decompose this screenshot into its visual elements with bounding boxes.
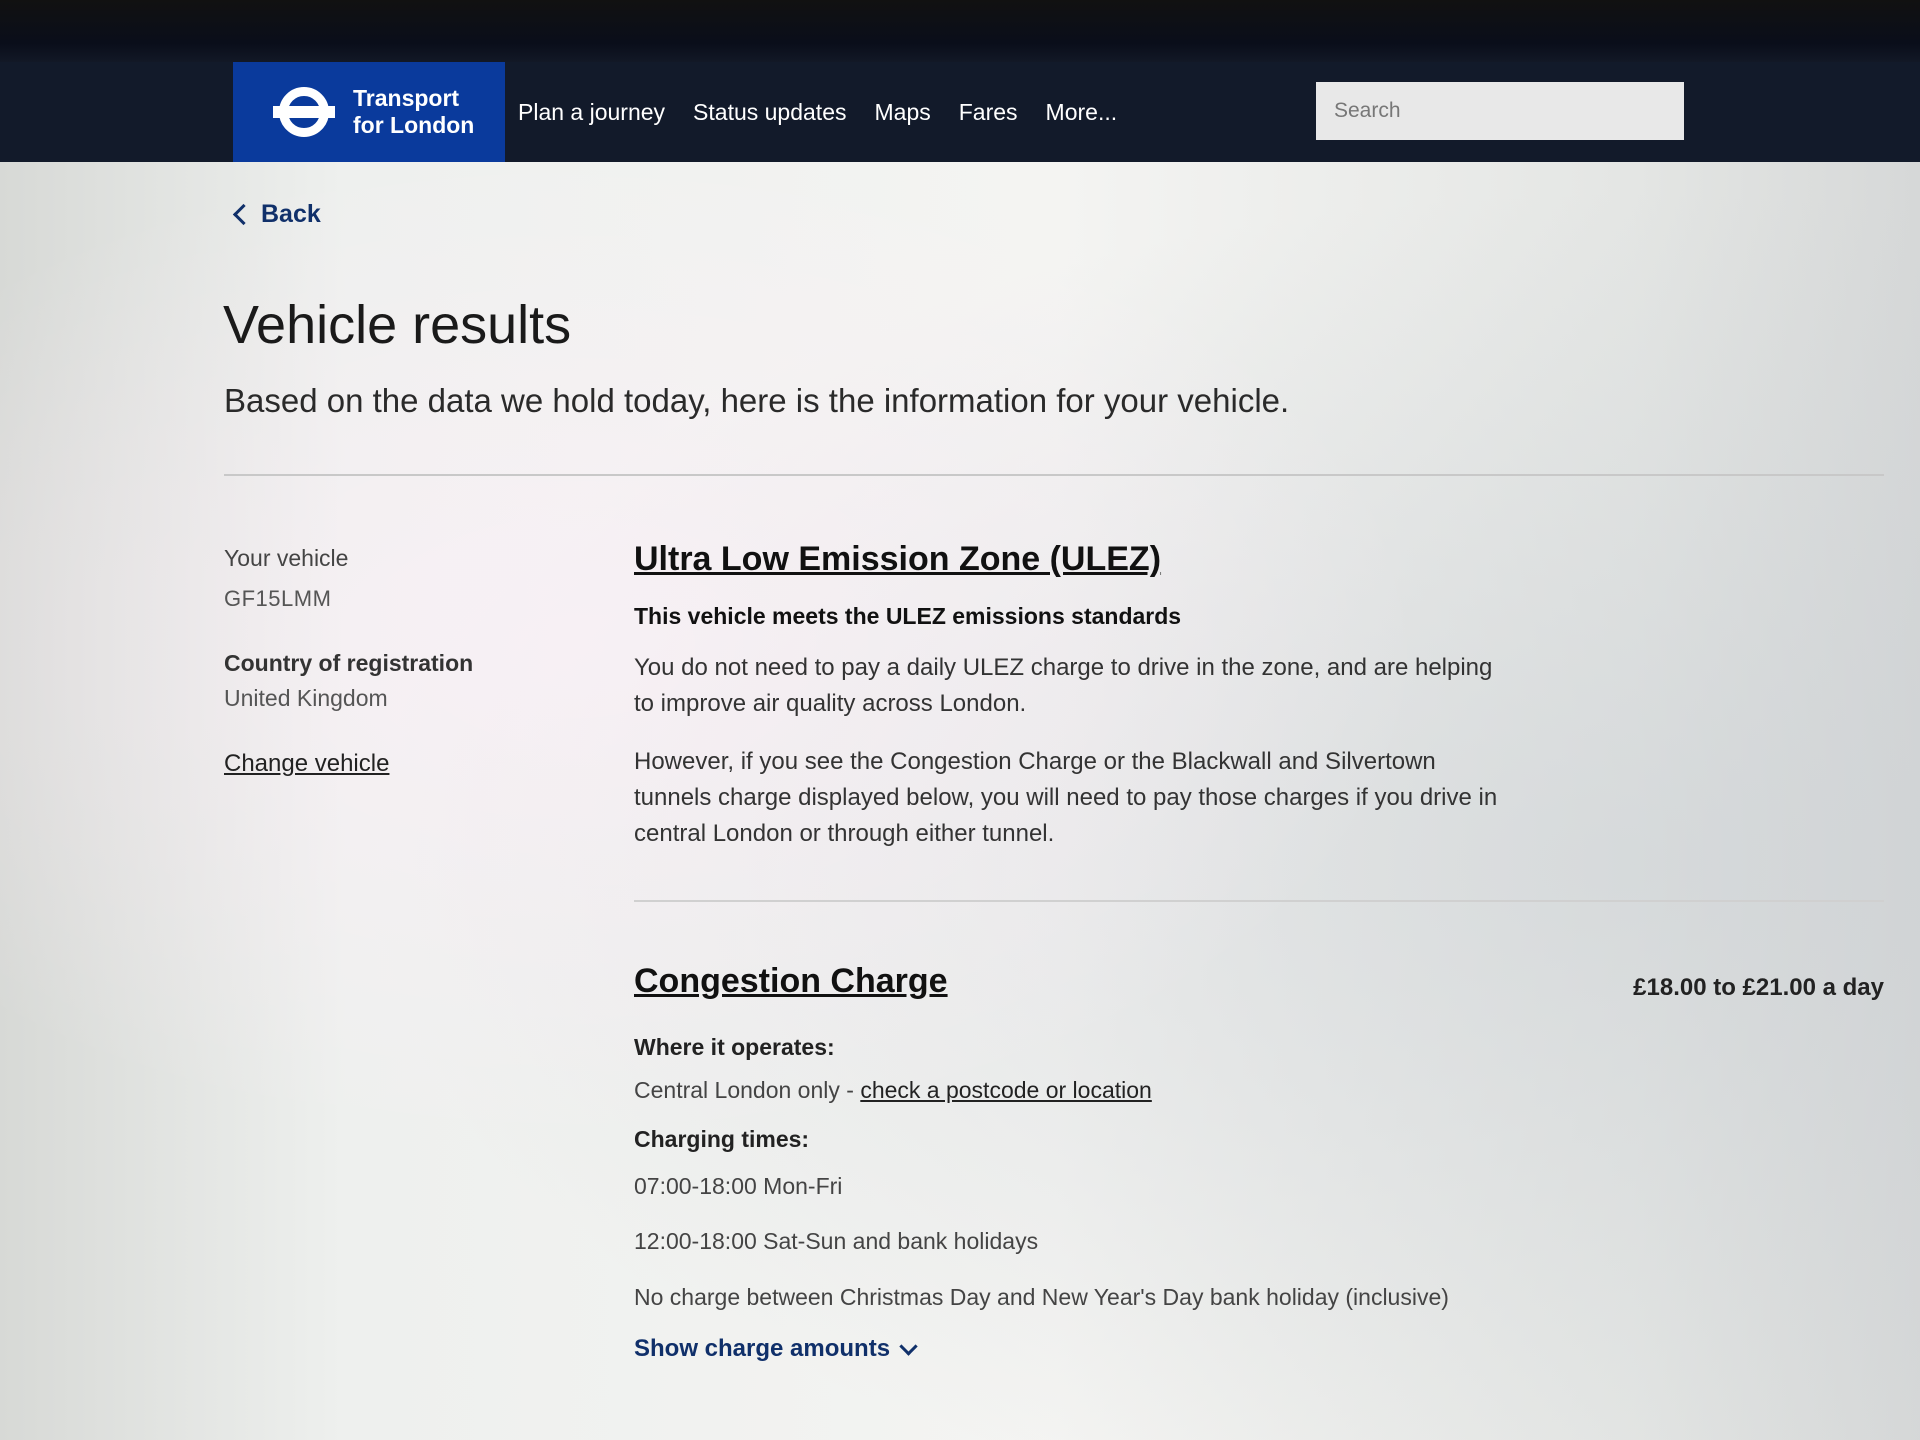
search-input[interactable]: [1316, 82, 1684, 140]
back-link[interactable]: Back: [232, 200, 321, 229]
nav-more[interactable]: More...: [1046, 99, 1118, 126]
charging-time-weekday: 07:00-18:00 Mon-Fri: [634, 1173, 843, 1199]
page-subtitle: Based on the data we hold today, here is…: [224, 382, 1290, 419]
chevron-down-icon: [899, 1336, 918, 1356]
congestion-price: £18.00 to £21.00 a day: [1633, 974, 1884, 1001]
back-label: Back: [261, 200, 321, 228]
ulez-status: This vehicle meets the ULEZ emissions st…: [634, 603, 1182, 629]
chevron-left-icon: [232, 203, 255, 226]
divider: [224, 474, 1884, 476]
screen-bezel: [0, 0, 1920, 62]
charging-times-label: Charging times:: [634, 1126, 810, 1152]
ulez-paragraph-2: However, if you see the Congestion Charg…: [634, 748, 1498, 847]
christmas-note: No charge between Christmas Day and New …: [634, 1284, 1449, 1310]
ulez-section: Ultra Low Emission Zone (ULEZ) This vehi…: [634, 540, 1884, 852]
check-postcode-link[interactable]: check a postcode or location: [860, 1077, 1152, 1103]
main-nav: Plan a journey Status updates Maps Fares…: [518, 62, 1117, 162]
logo-line-1: Transport: [353, 85, 460, 111]
charging-time-weekend: 12:00-18:00 Sat-Sun and bank holidays: [634, 1228, 1039, 1254]
country-value: United Kingdom: [224, 685, 388, 711]
divider: [634, 900, 1884, 902]
nav-fares[interactable]: Fares: [959, 99, 1018, 126]
show-charge-amounts-toggle[interactable]: Show charge amounts: [634, 1335, 918, 1363]
ulez-paragraph-1: You do not need to pay a daily ULEZ char…: [634, 654, 1493, 717]
where-label: Where it operates:: [634, 1034, 835, 1060]
change-vehicle-link[interactable]: Change vehicle: [224, 750, 389, 778]
your-vehicle-label: Your vehicle: [224, 545, 349, 571]
nav-status-updates[interactable]: Status updates: [693, 99, 846, 126]
roundel-icon: [273, 81, 335, 143]
top-navigation-bar: Transport for London Plan a journey Stat…: [0, 62, 1920, 162]
results-main: Ultra Low Emission Zone (ULEZ) This vehi…: [634, 540, 1884, 1363]
show-charge-amounts-label: Show charge amounts: [634, 1335, 891, 1362]
vehicle-registration: GF15LMM: [224, 586, 332, 611]
nav-plan-a-journey[interactable]: Plan a journey: [518, 99, 665, 126]
ulez-title-link[interactable]: Ultra Low Emission Zone (ULEZ): [634, 540, 1884, 579]
vehicle-summary: Your vehicle GF15LMM Country of registra…: [224, 545, 604, 778]
country-label: Country of registration: [224, 650, 474, 676]
nav-maps[interactable]: Maps: [875, 99, 931, 126]
where-description: Central London only -: [634, 1077, 861, 1103]
where-text: Central London only - check a postcode o…: [634, 1077, 1884, 1104]
congestion-charge-section: Congestion Charge £18.00 to £21.00 a day…: [634, 962, 1884, 1363]
logo-line-2: for London: [353, 112, 475, 138]
congestion-header: Congestion Charge £18.00 to £21.00 a day: [634, 962, 1884, 1012]
logo-text: Transport for London: [353, 85, 474, 139]
page-title: Vehicle results: [223, 295, 572, 355]
tfl-logo[interactable]: Transport for London: [233, 62, 505, 162]
